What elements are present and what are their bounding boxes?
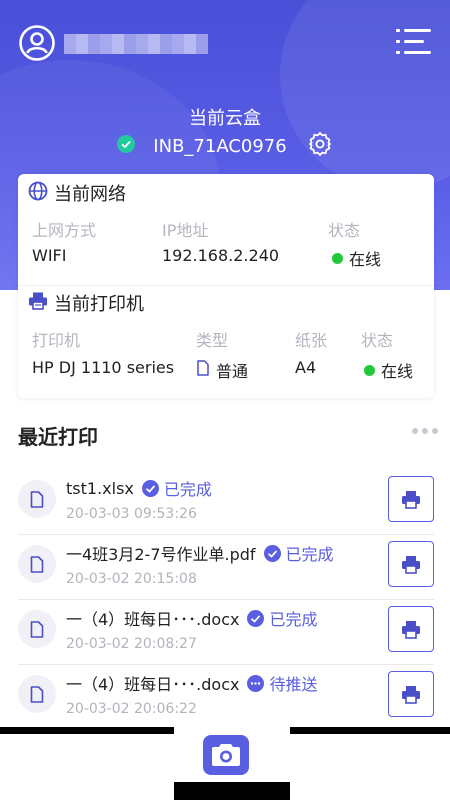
file-icon (18, 545, 56, 583)
online-dot-icon (332, 252, 343, 264)
printer-icon (402, 620, 420, 639)
globe-icon (28, 181, 48, 206)
file-icon (18, 675, 56, 713)
more-options-icon[interactable] (412, 428, 438, 434)
check-circle-icon (263, 544, 281, 562)
status-badge: 待推送 (247, 671, 318, 695)
camera-icon (212, 744, 240, 766)
settings-gear-icon[interactable] (307, 131, 333, 162)
network-method-value: WIFI (32, 246, 67, 265)
printer-status-label: 状态 (361, 331, 394, 350)
file-name: 一（4）班每日･･･.docx (66, 675, 240, 694)
network-method-label: 上网方式 (32, 221, 97, 240)
check-circle-icon (117, 134, 136, 158)
reprint-button[interactable] (388, 476, 434, 522)
current-box-title: 当前云盒 (189, 108, 261, 129)
check-circle-icon (141, 479, 159, 497)
printer-icon (28, 291, 48, 316)
print-job-item[interactable]: 一（4）班每日･･･.docx 已完成 20-03-02 20:08:27 (18, 602, 434, 665)
printer-name-value: HP DJ 1110 series (32, 358, 175, 377)
print-time: 20-03-02 20:06:22 (66, 701, 197, 717)
reprint-button[interactable] (388, 671, 434, 717)
file-icon (18, 480, 56, 518)
printer-type-label: 类型 (196, 331, 229, 350)
user-avatar-icon[interactable] (18, 24, 56, 62)
online-dot-icon (364, 364, 375, 376)
printer-name-label: 打印机 (32, 331, 81, 350)
print-job-item[interactable]: 一4班3月2-7号作业单.pdf 已完成 20-03-02 20:15:08 (18, 537, 434, 600)
print-job-item[interactable]: tst1.xlsx 已完成 20-03-03 09:53:26 (18, 472, 434, 535)
status-badge: 已完成 (263, 541, 334, 565)
network-status-label: 状态 (328, 221, 361, 240)
printer-section-title: 当前打印机 (28, 290, 144, 316)
printer-paper-label: 纸张 (295, 331, 328, 350)
print-time: 20-03-02 20:08:27 (66, 636, 197, 652)
divider (18, 285, 434, 286)
status-badge: 已完成 (247, 606, 318, 630)
printer-type-value: 普通 (196, 358, 248, 382)
printer-icon (402, 555, 420, 574)
camera-scan-button[interactable] (203, 735, 249, 775)
document-icon (196, 360, 210, 380)
printer-icon (402, 490, 420, 509)
file-name: 一4班3月2-7号作业单.pdf (66, 545, 256, 564)
file-name: tst1.xlsx (66, 478, 134, 498)
network-section-title: 当前网络 (28, 180, 126, 206)
box-id: INB_71AC0976 (153, 135, 287, 157)
status-badge: 已完成 (141, 476, 212, 500)
pending-dots-icon (247, 674, 265, 692)
file-icon (18, 610, 56, 648)
network-ip-label: IP地址 (162, 221, 209, 240)
print-job-item[interactable]: 一（4）班每日･･･.docx 待推送 20-03-02 20:06:22 (18, 667, 434, 729)
printer-icon (402, 685, 420, 704)
recent-prints-title: 最近打印 (18, 425, 98, 449)
print-time: 20-03-02 20:15:08 (66, 571, 197, 587)
network-ip-value: 192.168.2.240 (162, 246, 280, 265)
file-name: 一（4）班每日･･･.docx (66, 610, 240, 629)
username-blurred (64, 34, 208, 54)
reprint-button[interactable] (388, 606, 434, 652)
check-circle-icon (247, 609, 265, 627)
printer-status-value: 在线 (364, 358, 413, 382)
bottom-bar (0, 727, 450, 800)
print-time: 20-03-03 09:53:26 (66, 506, 197, 522)
network-status-value: 在线 (332, 246, 381, 270)
box-id-row: INB_71AC0976 (0, 131, 450, 162)
printer-paper-value: A4 (295, 358, 317, 377)
status-card: 当前网络 上网方式 IP地址 状态 WIFI 192.168.2.240 在线 … (18, 174, 434, 398)
menu-list-icon[interactable] (396, 26, 432, 58)
reprint-button[interactable] (388, 541, 434, 587)
